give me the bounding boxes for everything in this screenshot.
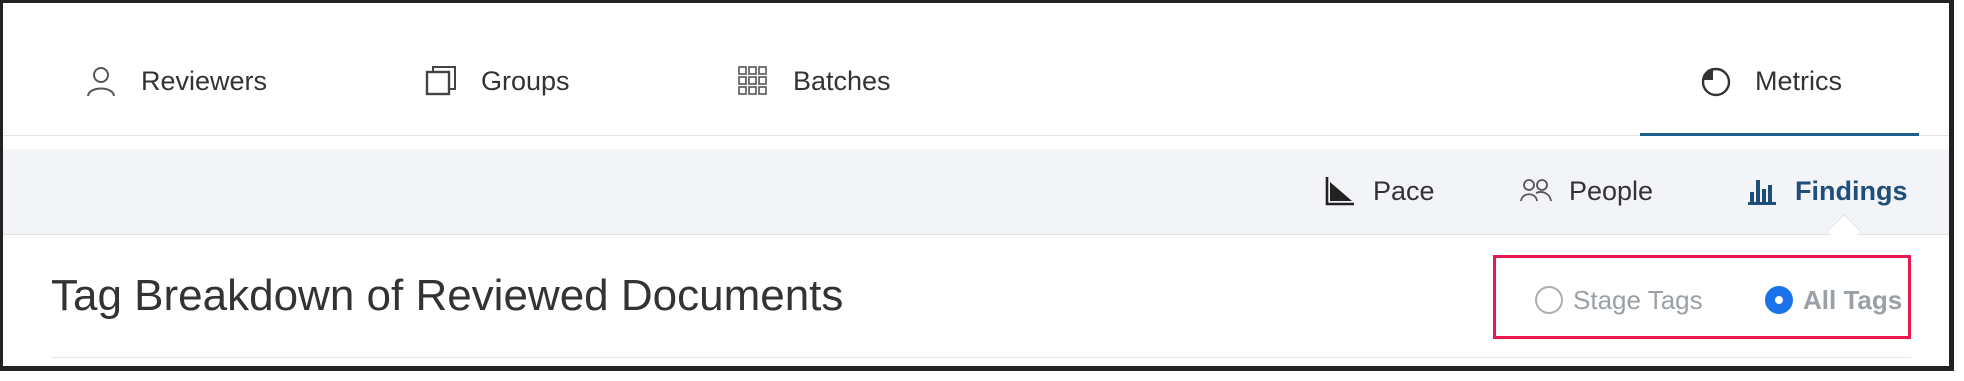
nav-item-label: Groups [481,65,570,96]
nav-item-groups[interactable]: Groups [421,61,570,101]
triangle-chart-icon [1321,172,1359,210]
radio-all-tags[interactable]: All Tags [1765,283,1902,317]
people-icon [1517,172,1555,210]
bar-chart-icon [1743,172,1781,210]
nav-item-reviewers[interactable]: Reviewers [81,61,267,101]
top-nav: Reviewers Groups Batches Metrics [3,3,1949,136]
radio-unchecked-icon[interactable] [1535,286,1563,314]
tab-label: People [1569,175,1654,206]
app-window: Reviewers Groups Batches Metrics Pace Pe… [0,0,1954,371]
nav-item-batches[interactable]: Batches [733,61,891,101]
tab-pace[interactable]: Pace [1321,171,1435,211]
nav-item-label: Metrics [1755,65,1842,96]
copy-icon [421,61,461,101]
radio-checked-icon[interactable] [1765,286,1793,314]
metrics-sub-nav: Pace People Findings [3,149,1949,235]
tab-label: Pace [1373,175,1435,206]
nav-item-metrics[interactable]: Metrics [1695,61,1842,101]
radio-stage-tags[interactable]: Stage Tags [1535,283,1703,317]
active-tab-indicator [1640,133,1919,136]
grid-icon [733,61,773,101]
nav-item-label: Reviewers [141,65,268,96]
divider [51,357,1911,358]
person-icon [81,61,121,101]
tab-label: Findings [1795,175,1908,206]
tab-people[interactable]: People [1517,171,1653,211]
pie-chart-icon [1695,61,1735,101]
page-title: Tag Breakdown of Reviewed Documents [51,271,844,320]
tab-findings[interactable]: Findings [1743,171,1907,211]
radio-label: Stage Tags [1573,284,1703,315]
nav-item-label: Batches [793,65,891,96]
radio-label: All Tags [1803,284,1903,315]
